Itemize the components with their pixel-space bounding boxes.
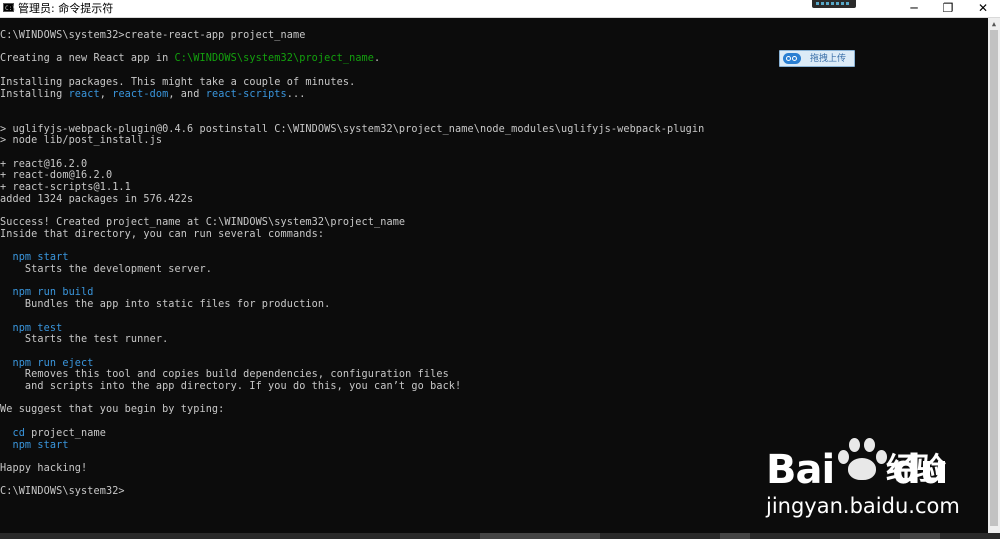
console-line: Removes this tool and copies build depen… bbox=[0, 369, 449, 381]
console-text: Inside that directory, you can run sever… bbox=[0, 228, 325, 240]
drag-upload-button[interactable]: 拖拽上传 bbox=[779, 50, 855, 67]
console-text: We suggest that you begin by typing: bbox=[0, 404, 225, 416]
console-command-text: npm start bbox=[12, 439, 69, 451]
window-title: 管理员: 命令提示符 bbox=[18, 2, 114, 15]
console-line: added 1324 packages in 576.422s bbox=[0, 194, 193, 206]
console-command-text: npm run eject bbox=[12, 357, 94, 369]
console-line: npm start bbox=[0, 252, 69, 264]
console-text: Bundles the app into static files for pr… bbox=[0, 299, 331, 311]
console-text: + react-dom@16.2.0 bbox=[0, 170, 113, 182]
watermark-url: jingyan.baidu.com bbox=[766, 494, 960, 518]
console-text: + react@16.2.0 bbox=[0, 158, 88, 170]
console-command-text: react bbox=[68, 88, 100, 100]
console-line: Creating a new React app in C:\WINDOWS\s… bbox=[0, 53, 380, 65]
console-text: > node lib/post_install.js bbox=[0, 135, 163, 147]
console-path-text: C:\WINDOWS\system32\project_name bbox=[174, 53, 375, 65]
console-command-text: npm start bbox=[12, 252, 69, 264]
console-text: C:\WINDOWS\system32>create-react-app pro… bbox=[0, 30, 306, 41]
console-text: Success! Created project_name at C:\WIND… bbox=[0, 217, 406, 229]
cmd-app-icon: C:\ bbox=[3, 3, 16, 12]
console-line: Installing react, react-dom, and react-s… bbox=[0, 89, 305, 101]
upload-label: 拖拽上传 bbox=[810, 54, 847, 64]
scroll-thumb[interactable] bbox=[990, 30, 998, 526]
taskbar-thumbnail bbox=[812, 0, 856, 8]
console-line: + react-dom@16.2.0 bbox=[0, 170, 112, 182]
console-line: C:\WINDOWS\system32> bbox=[0, 486, 125, 498]
vertical-scrollbar[interactable]: ▲ bbox=[988, 18, 1000, 533]
console-text: + react-scripts@1.1.1 bbox=[0, 182, 131, 194]
console-line: Starts the development server. bbox=[0, 264, 212, 276]
close-button[interactable]: ✕ bbox=[966, 0, 1000, 17]
console-command-text: npm run build bbox=[12, 287, 94, 299]
console-line: + react-scripts@1.1.1 bbox=[0, 182, 131, 194]
watermark-jingyan: 经验 bbox=[886, 452, 946, 487]
console-line: cd project_name bbox=[0, 428, 106, 440]
console-line: + react@16.2.0 bbox=[0, 159, 87, 171]
console-line: Bundles the app into static files for pr… bbox=[0, 299, 330, 311]
console-line: Success! Created project_name at C:\WIND… bbox=[0, 217, 405, 229]
taskbar-strip bbox=[0, 533, 1000, 539]
console-text: and scripts into the app directory. If y… bbox=[0, 381, 462, 392]
console-text: . bbox=[374, 53, 381, 65]
console-text: Happy hacking! bbox=[0, 462, 88, 474]
console-command-text: npm test bbox=[12, 322, 63, 334]
console-text: ... bbox=[286, 88, 306, 100]
console-line: > node lib/post_install.js bbox=[0, 135, 162, 147]
console-line: Starts the test runner. bbox=[0, 334, 168, 346]
scroll-up-arrow-icon[interactable]: ▲ bbox=[988, 18, 1000, 30]
title-bar: C:\ 管理员: 命令提示符 ─ ❐ ✕ bbox=[0, 0, 1000, 18]
console-command-text: react-dom bbox=[112, 88, 169, 100]
console-line: We suggest that you begin by typing: bbox=[0, 404, 224, 416]
console-line: C:\WINDOWS\system32>create-react-app pro… bbox=[0, 30, 305, 42]
console-line: npm test bbox=[0, 323, 62, 335]
console-text: C:\WINDOWS\system32> bbox=[0, 486, 125, 498]
minimize-button[interactable]: ─ bbox=[897, 0, 931, 17]
console-line: and scripts into the app directory. If y… bbox=[0, 381, 461, 393]
console-text: > uglifyjs-webpack-plugin@0.4.6 postinst… bbox=[0, 123, 705, 135]
console-command-text: cd bbox=[12, 427, 25, 439]
console-text: Creating a new React app in bbox=[0, 53, 175, 65]
console-line: Happy hacking! bbox=[0, 463, 87, 475]
console-text: project_name bbox=[24, 427, 106, 439]
console-line: npm run build bbox=[0, 287, 94, 299]
console-line: Inside that directory, you can run sever… bbox=[0, 229, 324, 241]
console-line: Installing packages. This might take a c… bbox=[0, 77, 355, 89]
console-text: , and bbox=[168, 88, 206, 100]
console-text: Installing packages. This might take a c… bbox=[0, 76, 356, 88]
console-text: Starts the test runner. bbox=[0, 334, 169, 346]
console-command-text: react-scripts bbox=[205, 88, 287, 100]
console-text: , bbox=[99, 88, 113, 100]
console-text: Starts the development server. bbox=[0, 264, 212, 275]
console-text: Removes this tool and copies build depen… bbox=[0, 369, 449, 381]
console-text: added 1324 packages in 576.422s bbox=[0, 193, 194, 205]
maximize-button[interactable]: ❐ bbox=[931, 0, 965, 17]
console-line: > uglifyjs-webpack-plugin@0.4.6 postinst… bbox=[0, 124, 704, 136]
console-line: npm start bbox=[0, 440, 69, 452]
console-line: npm run eject bbox=[0, 358, 94, 370]
console-text: Installing bbox=[0, 88, 69, 100]
baidu-cloud-icon bbox=[783, 53, 801, 64]
